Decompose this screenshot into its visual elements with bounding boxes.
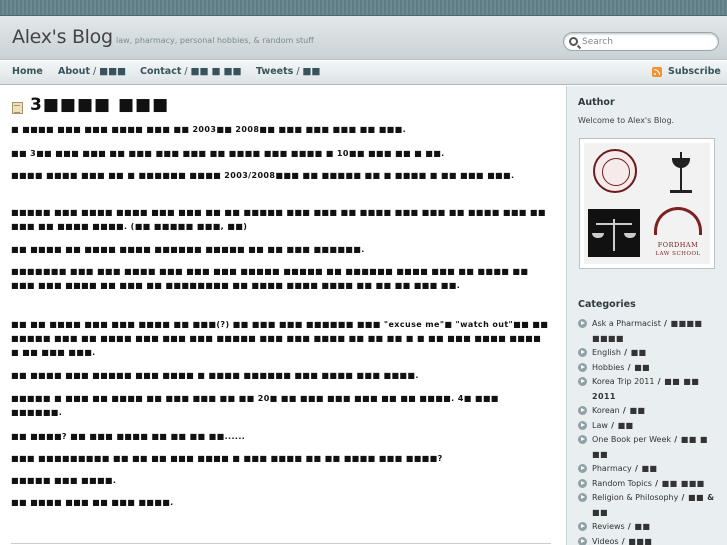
category-label: Korean [592, 406, 620, 415]
category-label: Ask a Pharmacist [592, 319, 661, 328]
category-suffix: / ■■ [619, 406, 646, 415]
nav-label: Tweets [256, 66, 294, 77]
top-texture-strip [0, 0, 727, 16]
arrow-bullet-icon [578, 348, 587, 357]
author-collage: FORDHAM LAW SCHOOL [584, 143, 710, 264]
category-label: Reviews [592, 522, 625, 531]
blog-tagline: law, pharmacy, personal hobbies, & rando… [116, 36, 314, 45]
post-paragraph: ■■ ■■■■ ■■■ ■■■■■ ■■■ ■■■■ ■ ■■■■ ■■■■■■… [11, 371, 419, 380]
arrow-bullet-icon [578, 319, 587, 328]
post-paragraph: ■■■ ■■■■■■■■■ ■■ ■■ ■■ ■■■ ■■■■ ■ ■■■ ■■… [11, 454, 443, 463]
nav-suffix: / ■■ ■ ■■ [181, 66, 242, 77]
category-suffix: / ■■ [607, 420, 634, 430]
category-label: Law [592, 420, 608, 430]
category-item[interactable]: One Book per Week / ■■ ■ ■■ [578, 433, 724, 462]
category-label: One Book per Week [592, 435, 672, 444]
categories-heading: Categories [578, 299, 636, 310]
nav-item-about[interactable]: About / ■■■ [58, 66, 126, 77]
nav-suffix: / ■■ [293, 66, 321, 77]
category-label: Pharmacy [592, 464, 632, 473]
nav-suffix: / ■■■ [89, 66, 127, 77]
fordham-sublabel: LAW SCHOOL [655, 251, 701, 257]
author-welcome-text: Welcome to Alex's Blog. [578, 116, 675, 125]
rss-icon[interactable] [652, 67, 662, 77]
search-input[interactable] [582, 34, 714, 49]
blog-title[interactable]: Alex's Blog [12, 26, 113, 48]
category-suffix: / ■■ [624, 362, 650, 372]
nav-item-contact[interactable]: Contact / ■■ ■ ■■ [140, 66, 242, 77]
scales-of-justice-icon [588, 209, 640, 257]
fordham-arch-icon [648, 207, 708, 237]
arrow-bullet-icon [578, 478, 587, 488]
author-heading: Author [578, 97, 615, 108]
post-paragraph: ■■ 3■■ ■■■ ■■■ ■■ ■■■ ■■■ ■■■ ■■ ■■■■ ■■… [11, 149, 445, 158]
category-item[interactable]: Pharmacy / ■■ [578, 462, 724, 477]
category-item[interactable]: Random Topics / ■■ ■■■ [578, 477, 724, 492]
post-paragraph: ■ ■■■■ ■■■ ■■■ ■■■■ ■■■ ■■ 2003■■ 2008■■… [11, 125, 407, 134]
post-paragraph: ■■ ■■■■ ■■■ ■■ ■■■ ■■■■. [11, 498, 174, 507]
post-paragraph: ■■■■■■■ ■■■ ■■■ ■■■■ ■■■ ■■■ ■■■ ■■■■■ ■… [11, 267, 529, 290]
post-icon [12, 102, 23, 114]
category-label: Religion & Philosophy [592, 493, 679, 502]
arrow-bullet-icon [578, 536, 587, 545]
site-header: Alex's Blog law, pharmacy, personal hobb… [0, 16, 727, 60]
post-paragraph: ■■ ■■ ■■■■ ■■■ ■■■ ■■■■ ■■ ■■■(?) ■■ ■■■… [11, 320, 549, 357]
search-box[interactable] [563, 32, 719, 51]
nav-item-home[interactable]: Home [12, 66, 43, 77]
post-title[interactable]: 3■■■■ ■■■ [30, 95, 169, 115]
post-paragraph: ■■ ■■■■ ■■ ■■■■ ■■■■ ■■■■■■ ■■■■■ ■■ ■■ … [11, 245, 365, 254]
category-label: English [592, 348, 621, 357]
category-label: Korea Trip 2011 [592, 377, 655, 386]
category-suffix: / ■■■ [618, 536, 653, 545]
post-divider [11, 543, 551, 544]
post-paragraph: ■■■■ ■■■■ ■■■ ■■ ■ ■■■■■■ ■■■■ 2003/2008… [11, 171, 515, 180]
category-label: Videos [592, 536, 619, 545]
nav-label: About [58, 66, 90, 77]
category-item[interactable]: Korea Trip 2011 / ■■ ■■ 2011 [578, 375, 724, 404]
main-nav: Home About / ■■■ Contact / ■■ ■ ■■ Tweet… [0, 61, 727, 85]
category-item[interactable]: Videos / ■■■ [578, 535, 724, 545]
arrow-bullet-icon [578, 362, 587, 372]
category-item[interactable]: Ask a Pharmacist / ■■■■ ■■■■ [578, 317, 724, 346]
post-paragraph: ■■■■■ ■ ■■■ ■■ ■■■■ ■■ ■■■ ■■■ ■■ ■■ 20■… [11, 394, 499, 417]
post-paragraph: ■■ ■■■■? ■■ ■■■ ■■■■ ■■ ■■ ■■ ■■...... [11, 432, 246, 441]
main-content: 3■■■■ ■■■ ■ ■■■■ ■■■ ■■■ ■■■■ ■■■ ■■ 200… [0, 86, 566, 545]
category-suffix: / ■■ [624, 522, 651, 531]
arrow-bullet-icon [578, 435, 587, 444]
category-label: Random Topics [592, 478, 652, 488]
seal-icon [593, 149, 637, 193]
category-label: Hobbies [592, 362, 625, 372]
category-item[interactable]: Hobbies / ■■ [578, 361, 724, 376]
arrow-bullet-icon [578, 464, 587, 473]
arrow-bullet-icon [578, 522, 587, 531]
post-paragraph: ■■■■■ ■■■ ■■■■ ■■■■ ■■■ ■■■ ■■ ■■ ■■■■■ … [11, 208, 546, 231]
arrow-bullet-icon [578, 420, 587, 430]
sidebar: Author Welcome to Alex's Blog. FORDHAM L… [566, 86, 727, 545]
fordham-label: FORDHAM [657, 241, 699, 249]
arrow-bullet-icon [578, 406, 587, 415]
category-suffix: / ■■ ■■■ [651, 478, 705, 488]
pharmacy-bowl-icon [666, 146, 696, 194]
nav-label: Home [12, 66, 43, 77]
categories-list: Ask a Pharmacist / ■■■■ ■■■■ English / ■… [578, 317, 724, 545]
search-icon[interactable] [569, 37, 578, 46]
category-item[interactable]: Reviews / ■■ [578, 520, 724, 535]
subscribe-link[interactable]: Subscribe [668, 66, 721, 77]
category-suffix: / ■■ [620, 348, 647, 357]
category-item[interactable]: Law / ■■ [578, 419, 724, 434]
nav-item-tweets[interactable]: Tweets / ■■ [256, 66, 321, 77]
post-paragraph: ■■■■■ ■■■ ■■■■. [11, 476, 117, 485]
category-item[interactable]: Religion & Philosophy / ■■ & ■■ [578, 491, 724, 520]
category-suffix: / ■■ [631, 464, 658, 473]
category-item[interactable]: English / ■■ [578, 346, 724, 361]
nav-label: Contact [140, 66, 182, 77]
category-item[interactable]: Korean / ■■ [578, 404, 724, 419]
author-image[interactable]: FORDHAM LAW SCHOOL [579, 138, 715, 269]
arrow-bullet-icon [578, 493, 587, 502]
arrow-bullet-icon [578, 377, 587, 386]
